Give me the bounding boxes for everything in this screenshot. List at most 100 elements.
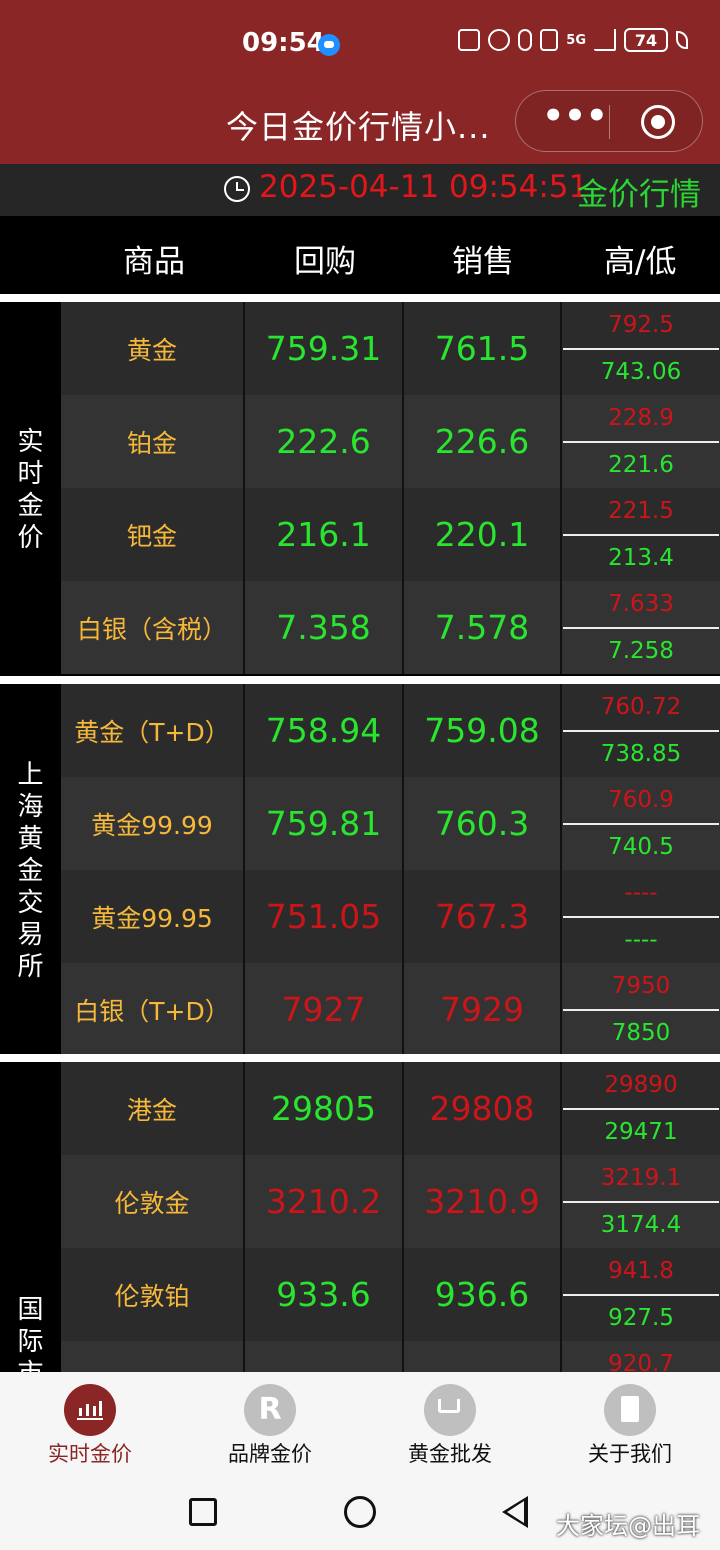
item-name: 黄金99.99: [91, 810, 213, 840]
high-low: ---- ----: [560, 870, 720, 963]
table-row[interactable]: 钯金 216.1 220.1 221.5 213.4: [61, 488, 720, 581]
table-row[interactable]: 港金 29805 29808 29890 29471: [61, 1062, 720, 1155]
high-price: 760.72: [600, 693, 682, 720]
sell-price: 936.6: [402, 1248, 560, 1341]
table-row[interactable]: 白银（含税） 7.358 7.578 7.633 7.258: [61, 581, 720, 674]
table-row[interactable]: 伦敦铂 933.6 936.6 941.8 927.5: [61, 1248, 720, 1341]
high-low: 228.9 221.6: [560, 395, 720, 488]
brand-glyph: R: [258, 1392, 282, 1427]
battery-level: 74: [634, 30, 658, 50]
item-name: 黄金（T+D）: [74, 717, 230, 747]
close-miniprogram-button[interactable]: [641, 105, 675, 139]
item-name: 钯金: [126, 521, 177, 551]
high-low: 920.7: [560, 1341, 720, 1372]
more-button[interactable]: •••: [540, 99, 610, 141]
tab-gold-wholesale[interactable]: 黄金批发: [360, 1384, 540, 1466]
low-price: 29471: [604, 1119, 678, 1146]
low-price: ----: [624, 927, 658, 954]
group-label: 实时金价: [0, 302, 61, 678]
tab-brand-gold[interactable]: R 品牌金价: [180, 1384, 360, 1466]
table-row[interactable]: 黄金99.99 759.81 760.3 760.9 740.5: [61, 777, 720, 870]
back-button[interactable]: [502, 1496, 528, 1528]
column-hilo: 高/低: [604, 244, 677, 280]
item-name: 伦敦金: [114, 1188, 190, 1218]
title-bar: 今日金价行情小... •••: [0, 90, 720, 160]
table-row[interactable]: 920.7: [61, 1341, 720, 1372]
item-name: 伦敦铂: [114, 1281, 190, 1311]
info-bar: 2025-04-11 09:54:51 金价行情: [0, 164, 720, 216]
low-price: 738.85: [600, 741, 682, 768]
low-price: 7.258: [608, 638, 674, 665]
high-price: 941.8: [608, 1257, 674, 1284]
group-realtime: 实时金价 黄金 759.31 761.5 792.5 743.06 铂金 222.…: [0, 294, 720, 678]
capsule-divider: [609, 105, 610, 139]
update-datetime: 2025-04-11 09:54:51: [259, 169, 589, 205]
doc-shape: [621, 1396, 639, 1422]
battery-icon: 74: [624, 28, 668, 52]
high-price: 7950: [611, 972, 671, 999]
table-row[interactable]: 黄金（T+D） 758.94 759.08 760.72 738.85: [61, 684, 720, 777]
buy-price: 7927: [243, 963, 402, 1056]
home-button[interactable]: [344, 1496, 376, 1528]
column-name: 商品: [123, 244, 185, 280]
group-international: 国际市 港金 29805 29808 29890 29471 伦敦金 3210.2…: [0, 1054, 720, 1372]
item-name: 白银（含税）: [76, 614, 227, 644]
table-row[interactable]: 黄金99.95 751.05 767.3 ---- ----: [61, 870, 720, 963]
buy-price: 216.1: [243, 488, 402, 581]
group-shanghai-exchange: 上海黄金交易所 黄金（T+D） 758.94 759.08 760.72 738.…: [0, 676, 720, 1058]
table-row[interactable]: 黄金 759.31 761.5 792.5 743.06: [61, 302, 720, 395]
tab-label: 实时金价: [48, 1442, 132, 1466]
buy-price: 933.6: [243, 1248, 402, 1341]
item-name: 港金: [126, 1095, 177, 1125]
column-header: 商品 回购 销售 高/低: [0, 216, 720, 292]
high-price: ----: [624, 879, 658, 906]
group-label-text: 实时金价: [17, 427, 44, 553]
signal-icon: [594, 29, 616, 51]
table-row[interactable]: 白银（T+D） 7927 7929 7950 7850: [61, 963, 720, 1056]
bluetooth-icon: [518, 29, 533, 51]
table-row[interactable]: 铂金 222.6 226.6 228.9 221.6: [61, 395, 720, 488]
high-price: 29890: [604, 1071, 678, 1098]
recent-apps-button[interactable]: [189, 1498, 217, 1526]
tab-realtime-gold[interactable]: 实时金价: [0, 1384, 180, 1466]
table-row[interactable]: 伦敦金 3210.2 3210.9 3219.1 3174.4: [61, 1155, 720, 1248]
sell-price: 761.5: [402, 302, 560, 395]
buy-price: [243, 1341, 402, 1372]
low-price: 3174.4: [600, 1212, 682, 1239]
item-name: 黄金: [126, 335, 177, 365]
high-price: 760.9: [608, 786, 674, 813]
group-label-text: 国际市: [17, 1295, 44, 1372]
cart-shape: [438, 1399, 460, 1413]
item-name: 铂金: [126, 428, 177, 458]
sell-price: 3210.9: [402, 1155, 560, 1248]
miniprogram-capsule: •••: [515, 90, 703, 152]
buy-price: 751.05: [243, 870, 402, 963]
high-low: 7.633 7.258: [560, 581, 720, 674]
group-label-text: 上海黄金交易所: [17, 760, 44, 982]
chart-bars: [77, 1398, 103, 1420]
page-title: 今日金价行情小...: [226, 108, 491, 146]
tab-about-us[interactable]: 关于我们: [540, 1384, 720, 1466]
high-price: 221.5: [608, 497, 674, 524]
chart-icon: [64, 1384, 116, 1436]
high-low: 3219.1 3174.4: [560, 1155, 720, 1248]
sell-price: 759.08: [402, 684, 560, 777]
sell-price: 226.6: [402, 395, 560, 488]
high-price: 7.633: [608, 590, 674, 617]
low-price: 7850: [611, 1020, 671, 1047]
high-price: 792.5: [608, 311, 674, 338]
status-time: 09:54: [242, 28, 325, 58]
sell-price: 29808: [402, 1062, 560, 1155]
gold-quote-label: 金价行情: [577, 177, 701, 213]
tab-label: 黄金批发: [408, 1442, 492, 1466]
buy-price: 222.6: [243, 395, 402, 488]
cart-icon: [424, 1384, 476, 1436]
brand-icon: R: [244, 1384, 296, 1436]
watermark: 大家坛@出耳: [556, 1512, 700, 1540]
tab-label: 关于我们: [588, 1442, 672, 1466]
vibrate-icon: [540, 29, 559, 51]
column-sell: 销售: [452, 244, 514, 280]
low-price: 927.5: [608, 1305, 674, 1332]
group-label: 国际市: [0, 1062, 61, 1372]
high-low: 221.5 213.4: [560, 488, 720, 581]
